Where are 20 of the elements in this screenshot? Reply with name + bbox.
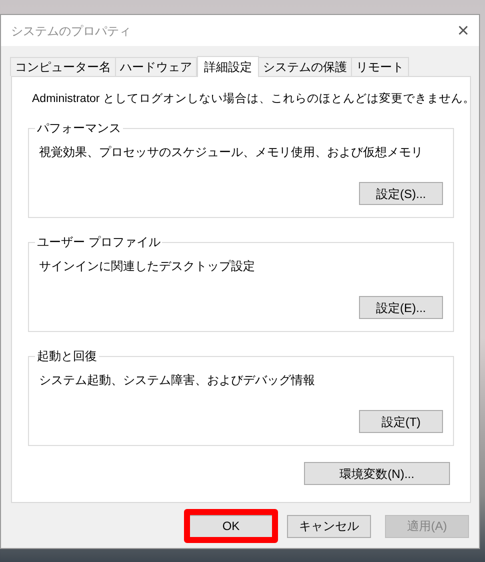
- tab[interactable]: コンピューター名: [10, 57, 116, 76]
- group-title: パフォーマンス: [35, 121, 123, 136]
- group-title: ユーザー プロファイル: [35, 235, 162, 250]
- settings-button[interactable]: 設定(E)...: [359, 296, 443, 320]
- settings-button[interactable]: 設定(S)...: [359, 182, 443, 206]
- group-description: サインインに関連したデスクトップ設定: [39, 258, 256, 276]
- dialog-button[interactable]: OK: [189, 514, 273, 538]
- settings-button[interactable]: 設定(T): [359, 410, 443, 434]
- close-button[interactable]: ×: [457, 20, 469, 40]
- notice-text: Administrator としてログオンしない場合は、これらのほとんどは変更できません。: [31, 91, 475, 107]
- group-title: 起動と回復: [35, 349, 99, 364]
- window-title: システムのプロパティ: [11, 22, 131, 40]
- tab[interactable]: システムの保護: [258, 57, 352, 76]
- tab[interactable]: ハードウェア: [115, 57, 197, 76]
- group-description: 視覚効果、プロセッサのスケジュール、メモリ使用、および仮想メモリ: [39, 144, 424, 162]
- environment-variables-button[interactable]: 環境変数(N)...: [304, 462, 450, 486]
- dialog-button[interactable]: キャンセル: [287, 514, 371, 538]
- group-description: システム起動、システム障害、およびデバッグ情報: [39, 372, 316, 390]
- tab[interactable]: 詳細設定: [197, 56, 259, 77]
- tab[interactable]: リモート: [351, 57, 409, 76]
